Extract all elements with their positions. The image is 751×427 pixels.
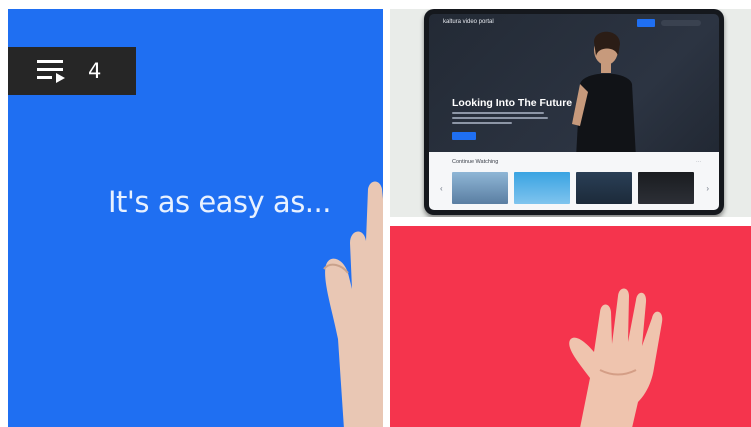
video-tile-laptop[interactable]: kaltura video portal Looking Into The Fu… xyxy=(390,9,751,217)
video-tile-hand[interactable] xyxy=(390,226,751,427)
portal-hero-cta xyxy=(452,132,476,140)
video-thumbnail xyxy=(576,172,632,204)
laptop-screen: kaltura video portal Looking Into The Fu… xyxy=(429,14,719,210)
playlist-play-icon xyxy=(37,60,65,83)
continue-watching-label: Continue Watching xyxy=(452,159,499,165)
open-hand-illustration xyxy=(569,288,663,427)
presenter-figure xyxy=(572,31,636,158)
portal-search-bar xyxy=(661,20,701,26)
video-thumbnail xyxy=(514,172,570,204)
video-thumbnail xyxy=(452,172,508,204)
playlist-count: 4 xyxy=(88,59,102,83)
playlist-badge[interactable]: 4 xyxy=(8,47,136,95)
tile-headline: It's as easy as... xyxy=(108,185,331,219)
laptop-mockup: kaltura video portal Looking Into The Fu… xyxy=(424,9,724,215)
continue-watching-row: Continue Watching ··· ‹ › xyxy=(429,152,719,210)
portal-hero-title: Looking Into The Future xyxy=(452,97,573,109)
see-all-link: ··· xyxy=(696,159,701,165)
portal-brand: kaltura video portal xyxy=(443,19,494,25)
hand-illustration xyxy=(323,181,383,427)
video-thumbnail xyxy=(638,172,694,204)
portal-hero-description xyxy=(452,112,552,127)
chevron-right-icon: › xyxy=(706,184,709,193)
chevron-left-icon: ‹ xyxy=(440,184,443,193)
video-tile-easy[interactable]: 4 It's as easy as... xyxy=(8,9,383,427)
